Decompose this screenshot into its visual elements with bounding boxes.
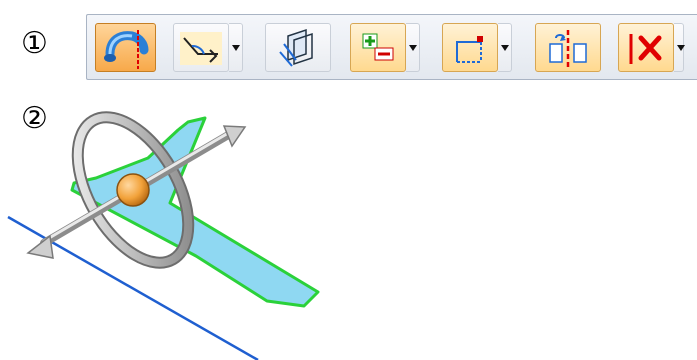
origin-ball-icon[interactable] (116, 173, 150, 207)
selected-face[interactable] (70, 116, 320, 308)
axis-arrow-down-icon[interactable] (26, 234, 54, 259)
model-viewport[interactable] (0, 0, 697, 360)
